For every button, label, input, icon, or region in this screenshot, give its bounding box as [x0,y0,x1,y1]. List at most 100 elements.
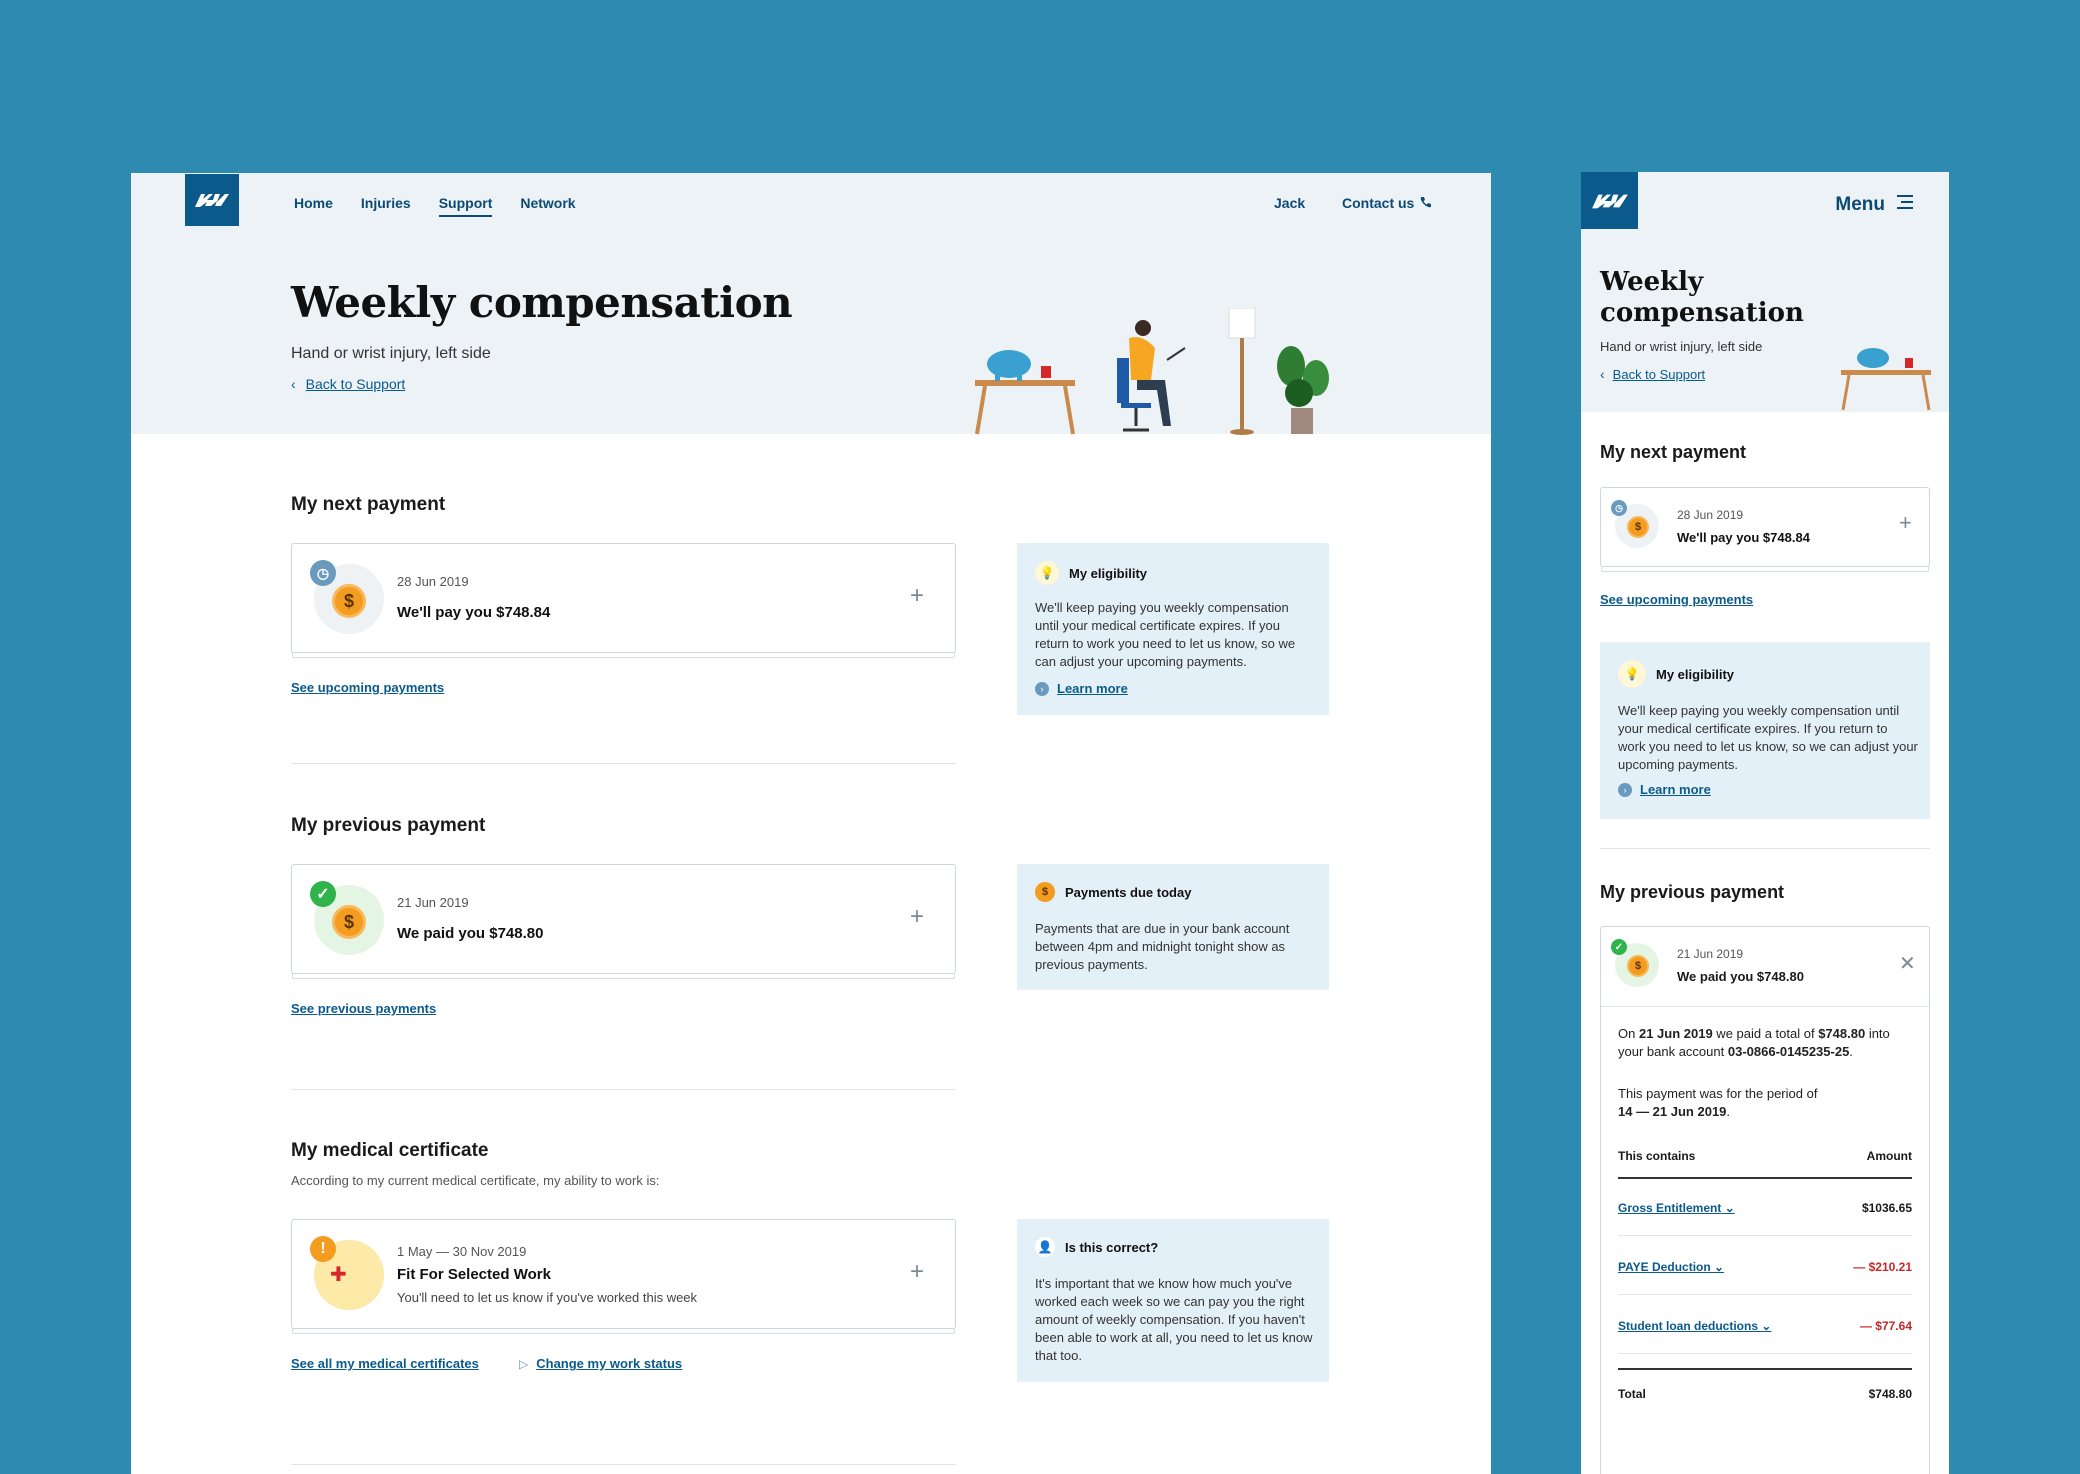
close-icon[interactable]: ✕ [1899,951,1916,976]
mobile-next-payment-heading: My next payment [1600,442,1747,462]
contact-us-link[interactable]: Contact us [1342,195,1432,211]
nav-network[interactable]: Network [520,195,575,217]
chevron-down-icon: ⌄ [1724,1201,1735,1215]
previous-payment-header[interactable]: $ ✓ 21 Jun 2019 We paid you $748.80 ✕ [1601,927,1929,1007]
back-link[interactable]: ‹ Back to Support [291,376,405,392]
title-line-2: compensation [1600,298,1804,328]
total-divider [1618,1368,1912,1370]
previous-payment-card[interactable]: $ ✓ 21 Jun 2019 We paid you $748.80 + [291,864,956,974]
mobile-page-title: Weekly compensation [1600,267,1804,329]
table-row[interactable]: PAYE Deduction ⌄ — $210.21 [1618,1260,1912,1295]
is-correct-info-box: 👤 Is this correct? It's important that w… [1017,1219,1329,1382]
change-work-status-link[interactable]: ▷ Change my work status [519,1356,682,1371]
chevron-left-icon: ‹ [291,376,296,392]
due-today-info-box: $ Payments due today Payments that are d… [1017,864,1329,990]
row-value: $1036.65 [1861,1201,1912,1215]
mobile-previous-payment-heading: My previous payment [1600,882,1785,902]
back-label: Back to Support [305,376,406,392]
chevron-right-icon: ▷ [519,1356,529,1371]
chevron-down-icon: ⌄ [1714,1260,1725,1274]
previous-payment-date: 21 Jun 2019 [397,895,469,910]
mobile-hero: Menu Weekly compensation Hand or wrist i… [1581,172,1949,412]
payment-period-text: This payment was for the period of 14 — … [1618,1085,1918,1121]
nav-support[interactable]: Support [438,195,493,217]
see-all-certificates-link[interactable]: See all my medical certificates [291,1356,479,1371]
col-amount: Amount [1866,1149,1912,1163]
expand-plus-icon[interactable]: + [1899,510,1912,536]
nav-injuries[interactable]: Injuries [361,195,411,217]
row-label: Gross Entitlement ⌄ [1618,1201,1735,1215]
lightbulb-icon: 💡 [1618,660,1646,688]
dollar-coin-icon: $ [1627,516,1649,538]
desk-illustration [1841,348,1931,411]
change-work-status-label: Change my work status [536,1356,683,1371]
gross-label: Gross Entitlement [1618,1201,1722,1215]
mobile-prev-amount: We paid you $748.80 [1677,969,1804,984]
nav-home[interactable]: Home [294,195,333,217]
desktop-view: Home Injuries Support Network Jack Conta… [131,173,1491,1474]
mobile-next-payment-card[interactable]: $ ◷ 28 Jun 2019 We'll pay you $748.84 + [1600,487,1930,567]
hamburger-icon [1895,194,1915,216]
section-divider [291,1089,956,1090]
period-value: 14 — 21 Jun 2019 [1618,1104,1727,1119]
main-nav: Home Injuries Support Network [294,195,576,217]
medical-certificate-heading: My medical certificate [291,1140,489,1161]
bandage-icon: ✚ [330,1264,347,1286]
total-value: $748.80 [1868,1387,1912,1401]
learn-more-label: Learn more [1640,782,1711,797]
hero-banner: Home Injuries Support Network Jack Conta… [131,173,1491,435]
acc-logo[interactable] [185,174,239,226]
check-icon: ✓ [310,881,336,907]
menu-button[interactable]: Menu [1835,194,1915,216]
certificate-dates: 1 May — 30 Nov 2019 [397,1244,527,1259]
chevron-down-icon: ⌄ [1761,1319,1772,1333]
total-label: Total [1618,1387,1646,1401]
dollar-coin-icon: $ [1627,955,1649,977]
menu-label: Menu [1835,194,1885,215]
mobile-back-link[interactable]: ‹ Back to Support [1600,366,1705,382]
detail-mid: we paid a total of [1712,1026,1819,1041]
eligibility-heading: 💡 My eligibility [1035,561,1147,585]
mobile-previous-payment-expanded: $ ✓ 21 Jun 2019 We paid you $748.80 ✕ On… [1600,926,1930,1474]
section-divider [291,1464,956,1465]
see-previous-payments-link[interactable]: See previous payments [291,1001,436,1016]
table-row[interactable]: Student loan deductions ⌄ — $77.64 [1618,1319,1912,1354]
row-value: — $77.64 [1859,1319,1912,1333]
next-payment-heading: My next payment [291,494,446,515]
table-row[interactable]: Gross Entitlement ⌄ $1036.65 [1618,1201,1912,1236]
phone-icon [1420,195,1432,211]
expand-plus-icon[interactable]: + [910,1258,924,1286]
student-loan-label: Student loan deductions [1618,1319,1758,1333]
certificate-status: Fit For Selected Work [397,1266,551,1283]
mobile-next-amount: We'll pay you $748.84 [1677,530,1810,545]
next-payment-date: 28 Jun 2019 [397,574,469,589]
paye-label: PAYE Deduction [1618,1260,1711,1274]
arrow-circle-icon: › [1035,681,1049,696]
mobile-eligibility-box: 💡 My eligibility We'll keep paying you w… [1600,642,1930,819]
learn-more-link[interactable]: › Learn more [1618,782,1711,797]
detail-total: $748.80 [1818,1026,1866,1041]
dollar-icon: $ [1035,882,1055,902]
user-menu[interactable]: Jack [1274,195,1305,211]
learn-more-link[interactable]: › Learn more [1035,681,1128,696]
clock-icon: ◷ [310,560,336,586]
due-today-body: Payments that are due in your bank accou… [1035,921,1290,972]
previous-payment-amount: We paid you $748.80 [397,925,544,942]
acc-logo[interactable] [1581,172,1638,229]
eligibility-info-box: 💡 My eligibility We'll keep paying you w… [1017,543,1329,715]
chevron-left-icon: ‹ [1600,366,1605,382]
next-payment-card[interactable]: $ ◷ 28 Jun 2019 We'll pay you $748.84 + [291,543,956,653]
total-row: Total $748.80 [1618,1387,1912,1401]
mobile-upcoming-link[interactable]: See upcoming payments [1600,592,1753,607]
eligibility-body: We'll keep paying you weekly compensatio… [1035,600,1296,669]
expand-plus-icon[interactable]: + [910,582,924,610]
col-contains: This contains [1618,1149,1696,1163]
detail-account: 03-0866-0145235-25 [1727,1044,1850,1059]
contact-label: Contact us [1342,195,1415,211]
expand-plus-icon[interactable]: + [910,903,924,931]
eligibility-body: We'll keep paying you weekly compensatio… [1618,703,1918,772]
mobile-prev-date: 21 Jun 2019 [1677,947,1744,961]
see-upcoming-payments-link[interactable]: See upcoming payments [291,680,444,695]
row-label: PAYE Deduction ⌄ [1618,1260,1724,1274]
medical-certificate-card[interactable]: ✚ ! 1 May — 30 Nov 2019 Fit For Selected… [291,1219,956,1329]
